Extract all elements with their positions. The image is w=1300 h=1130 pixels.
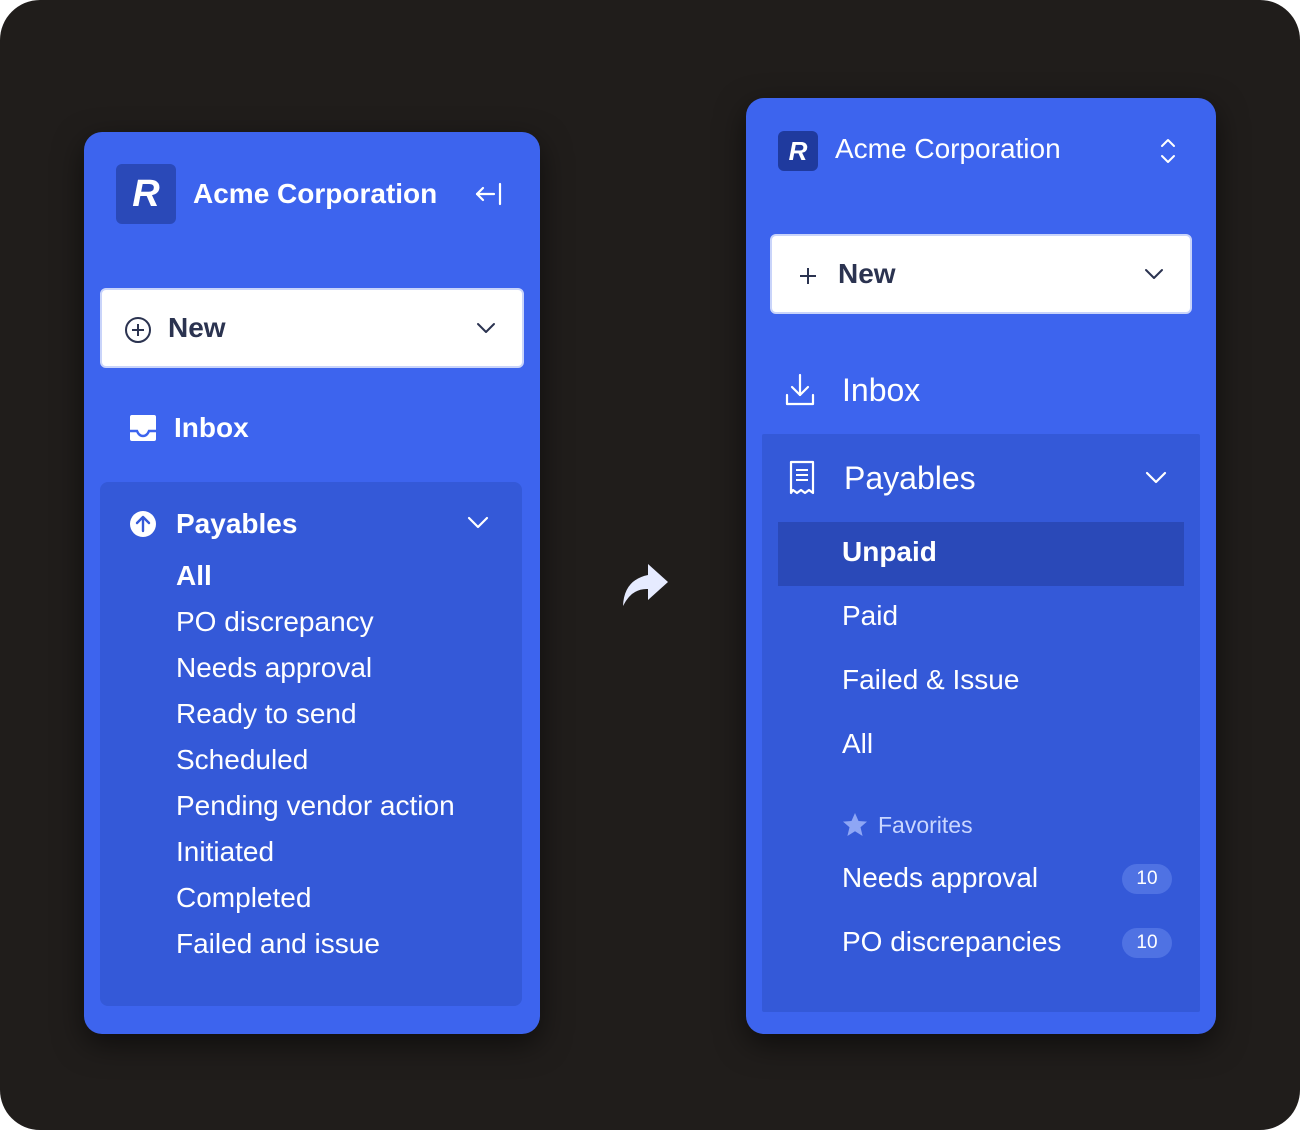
payables-item[interactable]: Paid	[842, 600, 898, 632]
payables-item[interactable]: Completed	[176, 882, 311, 914]
payables-item[interactable]: Scheduled	[176, 744, 308, 776]
chevron-down-icon	[474, 320, 498, 336]
payables-item[interactable]: PO discrepancy	[176, 606, 374, 638]
sidebar-item-inbox[interactable]: Inbox	[128, 408, 249, 448]
payables-item[interactable]: Ready to send	[176, 698, 357, 730]
company-logo: R	[116, 164, 176, 224]
payables-item[interactable]: Needs approval	[176, 652, 372, 684]
favorite-item[interactable]: PO discrepancies	[842, 926, 1061, 958]
payables-item[interactable]: Pending vendor action	[176, 790, 455, 822]
org-name[interactable]: Acme Corporation	[835, 133, 1061, 165]
canvas: R Acme Corporation New Inbox Payables Al…	[0, 0, 1300, 1130]
payables-header[interactable]: Payables	[128, 504, 297, 544]
count-badge: 10	[1122, 928, 1172, 958]
favorite-item[interactable]: Needs approval	[842, 862, 1038, 894]
plus-icon	[798, 266, 818, 286]
payables-item[interactable]: All	[842, 728, 873, 760]
chevron-down-icon[interactable]	[1144, 470, 1168, 486]
sidebar-before: R Acme Corporation New Inbox Payables Al…	[84, 132, 540, 1034]
chevron-up-down-icon[interactable]	[1156, 136, 1180, 166]
share-forward-icon	[618, 560, 670, 608]
payables-item[interactable]: Failed & Issue	[842, 664, 1019, 696]
payables-item-all[interactable]: All	[176, 560, 212, 592]
count-badge: 10	[1122, 864, 1172, 894]
arrow-up-circle-icon	[128, 509, 158, 539]
favorites-header: Favorites	[842, 810, 973, 840]
new-button[interactable]: New	[100, 288, 524, 368]
new-button[interactable]: New	[770, 234, 1192, 314]
download-icon	[784, 373, 816, 407]
new-button-label: New	[168, 312, 226, 343]
payables-item[interactable]: Failed and issue	[176, 928, 380, 960]
payables-group: Payables All PO discrepancy Needs approv…	[100, 482, 522, 1006]
payables-label: Payables	[176, 508, 298, 539]
payables-group: Payables Unpaid Paid Failed & Issue All	[762, 434, 1200, 1012]
star-icon	[842, 812, 868, 838]
chevron-down-icon	[1142, 266, 1166, 282]
company-logo: R	[778, 131, 818, 171]
payables-item-unpaid: Unpaid	[842, 536, 937, 567]
payables-label: Payables	[844, 459, 976, 496]
payables-header[interactable]: Payables	[788, 458, 976, 498]
plus-circle-icon	[124, 316, 152, 344]
collapse-left-icon[interactable]	[474, 182, 504, 206]
sidebar-after: R Acme Corporation New Inbox Payables Un…	[746, 98, 1216, 1034]
receipt-icon	[788, 460, 816, 496]
payables-item-selected[interactable]: Unpaid	[778, 522, 1184, 586]
inbox-tray-icon	[128, 413, 158, 443]
chevron-down-icon[interactable]	[466, 515, 490, 531]
org-name[interactable]: Acme Corporation	[193, 178, 437, 210]
favorites-label: Favorites	[878, 811, 973, 838]
payables-item[interactable]: Initiated	[176, 836, 274, 868]
inbox-label: Inbox	[174, 412, 249, 443]
sidebar-item-inbox[interactable]: Inbox	[784, 370, 920, 410]
new-button-label: New	[838, 258, 896, 289]
inbox-label: Inbox	[842, 371, 921, 408]
